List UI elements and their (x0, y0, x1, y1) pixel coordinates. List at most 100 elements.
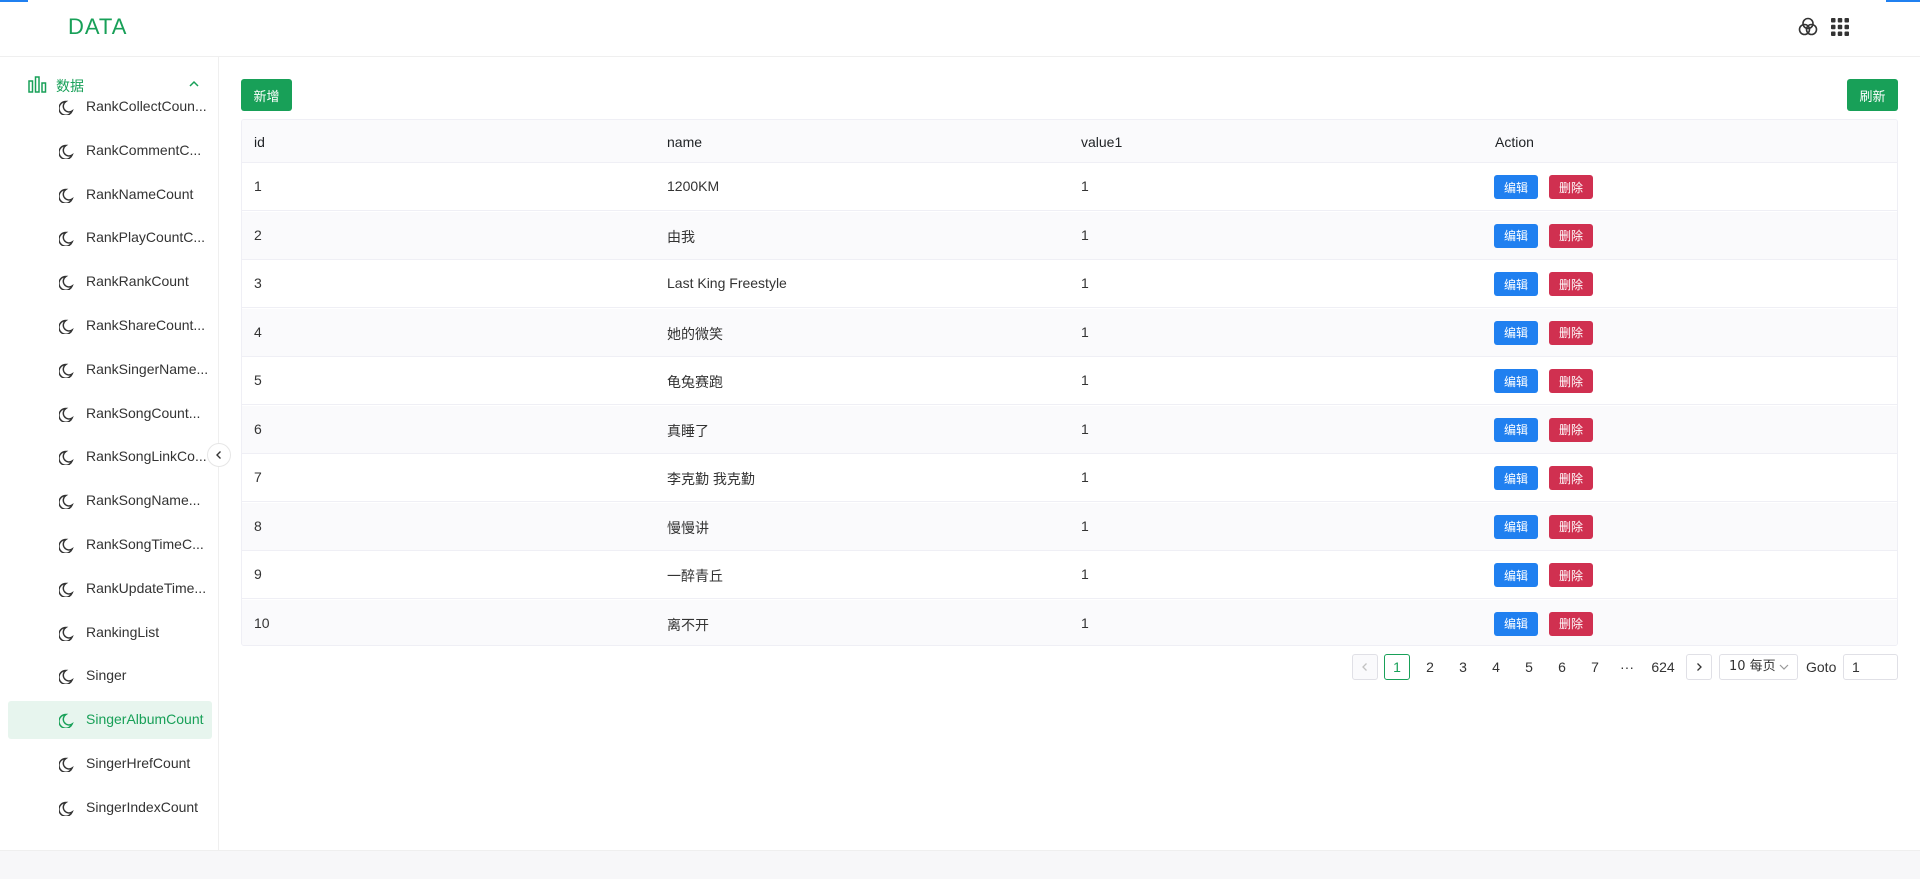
pagination-page[interactable]: 6 (1549, 654, 1575, 680)
edit-button[interactable]: 编辑 (1494, 320, 1538, 345)
sidebar-item[interactable]: SingerHrefCount (8, 745, 212, 783)
sidebar-item[interactable]: RankingList (8, 614, 212, 652)
delete-button[interactable]: 删除 (1549, 611, 1593, 636)
add-button[interactable]: 新增 (241, 79, 292, 111)
edit-button[interactable]: 编辑 (1494, 272, 1538, 296)
sidebar-item[interactable]: Singer (8, 657, 212, 695)
table-row: 9 一醉青丘 1 编辑 删除 (242, 551, 1897, 599)
cell-value1: 1 (1081, 469, 1089, 485)
sidebar-item[interactable]: RankSongTimeC... (8, 526, 212, 564)
sidebar-item[interactable]: RankCommentC... (8, 132, 212, 170)
moon-icon (59, 188, 74, 203)
sidebar-item[interactable]: RankUpdateTime... (8, 570, 212, 608)
cell-value1: 1 (1081, 178, 1089, 194)
delete-button[interactable]: 删除 (1549, 563, 1593, 587)
sidebar-item-label: RankShareCount... (86, 317, 206, 333)
sidebar-collapse-button[interactable] (207, 443, 231, 467)
cell-value1: 1 (1081, 226, 1089, 243)
moon-icon (59, 713, 74, 729)
moon-icon (59, 319, 74, 334)
app-logo[interactable]: DATA (68, 14, 127, 40)
delete-button[interactable]: 删除 (1549, 369, 1593, 393)
page-size-select[interactable]: 10 每页 (1719, 654, 1798, 680)
refresh-button[interactable]: 刷新 (1847, 79, 1898, 111)
moon-icon (59, 582, 74, 597)
pagination-page[interactable]: 3 (1450, 654, 1476, 680)
sidebar-item-label: RankSongName... (86, 492, 201, 509)
edit-button[interactable]: 编辑 (1494, 369, 1538, 393)
theme-circles-icon[interactable] (1796, 15, 1820, 39)
edit-button[interactable]: 编辑 (1494, 175, 1538, 199)
sidebar-item[interactable]: SingerAlbumCount (8, 701, 212, 740)
cell-name: 离不开 (667, 616, 709, 633)
moon-icon (59, 801, 74, 816)
delete-button[interactable]: 删除 (1549, 514, 1593, 539)
sidebar-item-label: Singer (86, 667, 127, 684)
chevron-left-icon (1362, 663, 1367, 671)
data-table: id name value1 Action 1 1200KM 1 编辑 删除 2 由我 1 编辑… (241, 119, 1898, 646)
top-right-accent (1886, 0, 1920, 2)
goto-label: Goto (1806, 659, 1837, 675)
sidebar-item[interactable]: RankSongLinkCo... (8, 438, 212, 476)
cell-name: 真睡了 (667, 422, 709, 439)
sidebar-item-label: RankSongTimeC... (86, 536, 204, 552)
sidebar-item-label: SingerIndexCount (86, 798, 199, 815)
moon-icon (59, 757, 74, 772)
cell-name: 她的微笑 (667, 325, 723, 342)
cell-value1: 1 (1081, 420, 1089, 437)
edit-button[interactable]: 编辑 (1494, 514, 1538, 539)
edit-button[interactable]: 编辑 (1494, 611, 1538, 636)
sidebar-item[interactable]: RankRankCount (8, 263, 212, 301)
pagination-ellipsis[interactable]: ··· (1614, 654, 1640, 680)
pagination-page[interactable]: 624 (1647, 654, 1679, 680)
cell-value1: 1 (1081, 372, 1089, 388)
sidebar-item[interactable]: RankNameCount (8, 176, 212, 214)
sidebar-item[interactable]: RankCollectCoun... (8, 88, 212, 126)
delete-button[interactable]: 删除 (1549, 272, 1593, 296)
moon-icon (59, 626, 74, 641)
delete-button[interactable]: 删除 (1549, 223, 1593, 248)
pagination-page[interactable]: 1 (1384, 654, 1410, 680)
sidebar-item[interactable]: SingerIndexCount (8, 789, 212, 827)
page-size-value: 10 每页 (1729, 659, 1776, 674)
delete-button[interactable]: 删除 (1549, 320, 1593, 345)
sidebar-item[interactable]: RankShareCount... (8, 307, 212, 345)
cell-id: 2 (254, 226, 262, 243)
moon-icon (59, 494, 74, 510)
cell-id: 9 (254, 566, 262, 582)
delete-button[interactable]: 删除 (1549, 175, 1593, 199)
delete-button[interactable]: 删除 (1549, 417, 1593, 442)
pagination-page[interactable]: 2 (1417, 654, 1443, 680)
sidebar-item-label: RankCommentC... (86, 141, 202, 158)
edit-button[interactable]: 编辑 (1494, 466, 1538, 490)
edit-button[interactable]: 编辑 (1494, 417, 1538, 442)
sidebar-item[interactable]: RankSongName... (8, 482, 212, 520)
apps-grid-icon[interactable] (1828, 15, 1852, 39)
sidebar-item-label: RankNameCount (86, 185, 194, 202)
moon-icon (59, 407, 74, 422)
pagination-page[interactable]: 4 (1483, 654, 1509, 680)
table-row: 1 1200KM 1 编辑 删除 (242, 163, 1897, 211)
sidebar-item[interactable]: RankSingerName... (8, 351, 212, 389)
delete-button[interactable]: 删除 (1549, 466, 1593, 490)
sidebar-item[interactable]: RankPlayCountC... (8, 219, 212, 257)
cell-value1: 1 (1081, 275, 1089, 291)
edit-button[interactable]: 编辑 (1494, 223, 1538, 248)
moon-icon (59, 144, 74, 159)
footer-bar (0, 850, 1920, 879)
table-header: id name value1 Action (242, 120, 1897, 163)
cell-name: 龟兔赛跑 (667, 374, 723, 390)
next-page-button[interactable] (1686, 654, 1712, 680)
table-row: 4 她的微笑 1 编辑 删除 (242, 308, 1897, 357)
chevron-down-icon (1779, 664, 1789, 670)
moon-icon (59, 670, 74, 685)
pagination-page[interactable]: 7 (1582, 654, 1608, 680)
goto-page-input[interactable] (1843, 654, 1898, 680)
table-row: 5 龟兔赛跑 1 编辑 删除 (242, 357, 1897, 405)
edit-button[interactable]: 编辑 (1494, 563, 1538, 587)
sidebar-item[interactable]: RankSongCount... (8, 395, 212, 433)
pagination-page[interactable]: 5 (1516, 654, 1542, 680)
prev-page-button[interactable] (1352, 654, 1378, 680)
sidebar-item-label: RankSingerName... (86, 360, 209, 377)
moon-icon (59, 232, 74, 247)
